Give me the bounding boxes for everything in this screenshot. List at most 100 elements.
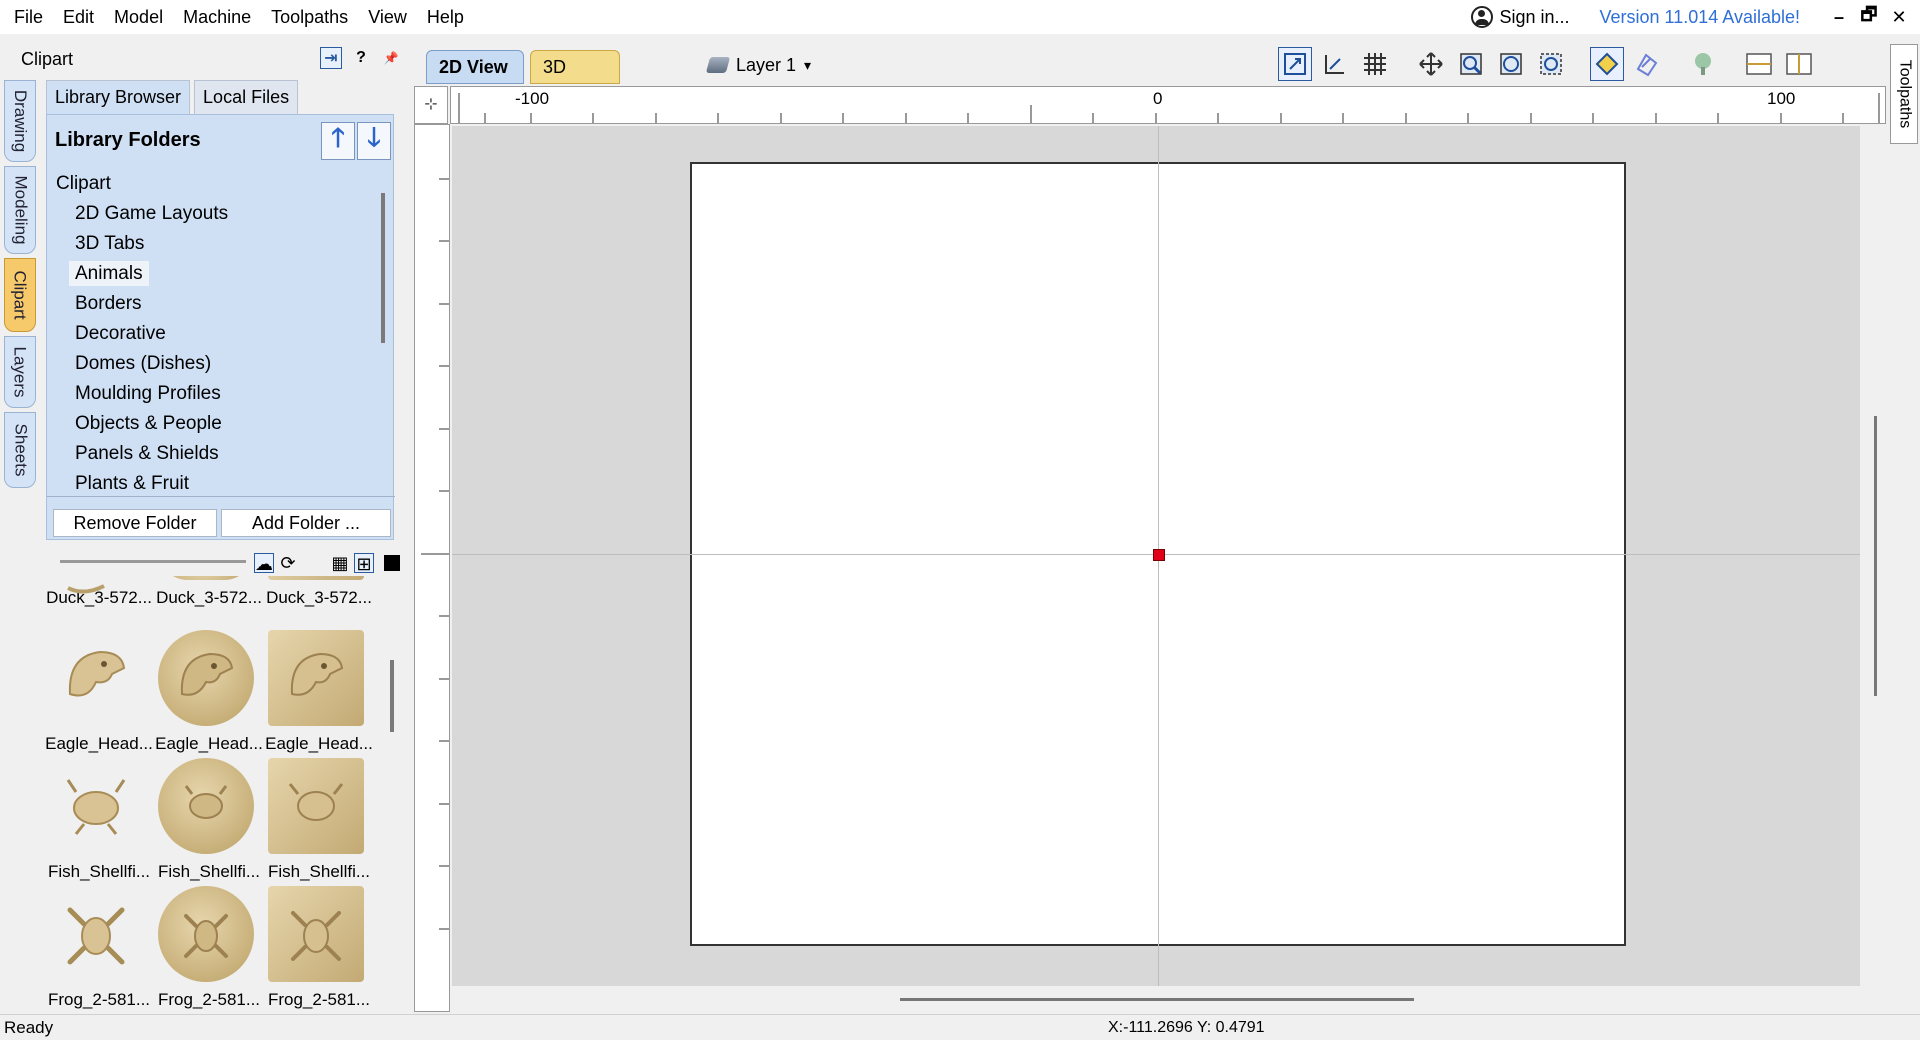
clipart-thumbnail[interactable]: Fish_Shellfi... bbox=[154, 758, 264, 882]
2d-drawing-canvas[interactable] bbox=[452, 126, 1860, 986]
side-tab-modeling[interactable]: Modeling bbox=[4, 166, 36, 254]
horizontal-ruler: -100 0 100 bbox=[450, 86, 1886, 124]
toolpath-preview-icon[interactable] bbox=[1630, 47, 1664, 81]
clipart-thumbnail[interactable]: Duck_3-572... bbox=[154, 576, 264, 608]
folder-item-animals[interactable]: Animals bbox=[47, 259, 369, 289]
minimize-button[interactable]: – bbox=[1828, 7, 1850, 28]
horizontal-scrollbar[interactable] bbox=[900, 998, 1414, 1001]
move-folder-up-button[interactable]: 🡑 bbox=[321, 122, 355, 160]
folder-label: 3D Tabs bbox=[75, 233, 145, 254]
move-folder-down-button[interactable]: 🡓 bbox=[357, 122, 391, 160]
menu-model[interactable]: Model bbox=[104, 0, 173, 34]
menu-machine[interactable]: Machine bbox=[173, 0, 261, 34]
tab-2d-view[interactable]: 2D View bbox=[426, 50, 524, 84]
grid-icon[interactable] bbox=[1358, 47, 1392, 81]
black-background-icon[interactable] bbox=[384, 555, 400, 571]
clipart-thumbnail[interactable]: Duck_3-572... bbox=[44, 576, 154, 608]
divider bbox=[47, 496, 395, 497]
zoom-in-icon[interactable] bbox=[1454, 47, 1488, 81]
user-icon bbox=[1471, 6, 1494, 28]
thumbnail-label: Duck_3-572... bbox=[266, 588, 372, 607]
remove-folder-button[interactable]: Remove Folder bbox=[53, 509, 217, 537]
thumbnail-scrollbar[interactable] bbox=[390, 660, 394, 732]
origin-marker[interactable] bbox=[1153, 549, 1165, 561]
folder-item-plants-fruit[interactable]: Plants & Fruit bbox=[47, 469, 369, 489]
chevron-down-icon: ▾ bbox=[804, 56, 812, 73]
clipart-thumbnail[interactable]: Eagle_Head... bbox=[154, 630, 264, 754]
folder-item-3d-tabs[interactable]: 3D Tabs bbox=[47, 229, 369, 259]
folder-item-objects-people[interactable]: Objects & People bbox=[47, 409, 369, 439]
folder-list-scrollbar[interactable] bbox=[381, 193, 385, 343]
folder-label: 2D Game Layouts bbox=[75, 203, 229, 224]
thumbnail-size-slider[interactable] bbox=[60, 560, 246, 563]
ruler-label-0: 0 bbox=[1153, 89, 1163, 108]
side-tab-drawing[interactable]: Drawing bbox=[4, 80, 36, 162]
ruler-ticks bbox=[458, 93, 1880, 123]
zoom-selected-icon[interactable] bbox=[1534, 47, 1568, 81]
menu-file[interactable]: File bbox=[0, 0, 53, 34]
small-grid-icon[interactable]: ▦ bbox=[330, 553, 350, 573]
clipart-thumbnail[interactable]: Frog_2-581... bbox=[44, 886, 154, 1010]
vertical-scrollbar[interactable] bbox=[1874, 416, 1877, 696]
clipart-thumbnail[interactable]: Eagle_Head... bbox=[264, 630, 374, 754]
tab-library-browser[interactable]: Library Browser bbox=[46, 80, 191, 114]
measure-icon[interactable] bbox=[1318, 47, 1352, 81]
pin-icon[interactable]: 📌 bbox=[380, 47, 402, 69]
zoom-extents-icon[interactable] bbox=[1278, 47, 1312, 81]
folder-item-domes[interactable]: Domes (Dishes) bbox=[47, 349, 369, 379]
folder-item-panels-shields[interactable]: Panels & Shields bbox=[47, 439, 369, 469]
close-button[interactable]: ✕ bbox=[1888, 7, 1910, 28]
folder-item-moulding-profiles[interactable]: Moulding Profiles bbox=[47, 379, 369, 409]
folder-label: Plants & Fruit bbox=[75, 473, 190, 489]
snap-icon[interactable] bbox=[1590, 47, 1624, 81]
folder-item-clipart[interactable]: Clipart bbox=[47, 169, 369, 199]
toolpaths-side-tab[interactable]: Toolpaths bbox=[1890, 44, 1918, 144]
export-panel-icon[interactable]: ⇥ bbox=[320, 47, 342, 69]
help-icon[interactable]: ? bbox=[350, 47, 372, 69]
cloud-icon[interactable]: ☁ bbox=[254, 553, 274, 574]
status-bar: Ready X:-111.2696 Y: 0.4791 bbox=[0, 1014, 1920, 1040]
clipart-thumbnail[interactable]: Fish_Shellfi... bbox=[264, 758, 374, 882]
folder-list: Clipart 2D Game Layouts 3D Tabs Animals … bbox=[47, 169, 369, 489]
folder-item-2d-game-layouts[interactable]: 2D Game Layouts bbox=[47, 199, 369, 229]
menu-view[interactable]: View bbox=[358, 0, 417, 34]
tab-3d-view[interactable]: 3D View bbox=[530, 50, 620, 109]
thumbnail-label: Eagle_Head... bbox=[155, 734, 263, 753]
restore-button[interactable]: 🗗 bbox=[1858, 2, 1880, 32]
zoom-out-icon[interactable] bbox=[1494, 47, 1528, 81]
clipart-thumbnail[interactable]: Eagle_Head... bbox=[44, 630, 154, 754]
library-folders-title: Library Folders bbox=[55, 129, 201, 151]
version-available-link[interactable]: Version 11.014 Available! bbox=[1600, 7, 1801, 28]
thumbnail-toolbar: ☁ ⟳ ▦ ⊞ bbox=[46, 550, 406, 576]
clipart-thumbnail[interactable]: Fish_Shellfi... bbox=[44, 758, 154, 882]
folder-label: Domes (Dishes) bbox=[75, 353, 212, 374]
add-folder-button[interactable]: Add Folder ... bbox=[221, 509, 391, 537]
folder-item-decorative[interactable]: Decorative bbox=[47, 319, 369, 349]
vertical-ruler bbox=[414, 124, 450, 1012]
side-tab-clipart[interactable]: Clipart bbox=[4, 258, 36, 332]
sign-in-link[interactable]: Sign in... bbox=[1471, 6, 1570, 28]
layer-selector[interactable]: Layer 1 ▾ bbox=[705, 50, 812, 80]
side-tab-sheets[interactable]: Sheets bbox=[4, 412, 36, 488]
tree-icon[interactable] bbox=[1686, 47, 1720, 81]
menu-help[interactable]: Help bbox=[417, 0, 474, 34]
ruler-label-100: 100 bbox=[1767, 89, 1796, 108]
menu-edit[interactable]: Edit bbox=[53, 0, 104, 34]
refresh-icon[interactable]: ⟳ bbox=[278, 553, 298, 573]
pan-icon[interactable] bbox=[1414, 47, 1448, 81]
tab-local-files[interactable]: Local Files bbox=[194, 80, 299, 114]
split-horizontal-icon[interactable] bbox=[1742, 47, 1776, 81]
ruler-corner[interactable]: ⊹ bbox=[414, 86, 448, 124]
clipart-thumbnail[interactable]: Frog_2-581... bbox=[154, 886, 264, 1010]
panel-title: Clipart bbox=[21, 48, 74, 69]
folder-label: Panels & Shields bbox=[75, 443, 219, 464]
clipart-thumbnail[interactable]: Frog_2-581... bbox=[264, 886, 374, 1010]
split-vertical-icon[interactable] bbox=[1782, 47, 1816, 81]
side-tab-layers[interactable]: Layers bbox=[4, 336, 36, 408]
menu-bar: File Edit Model Machine Toolpaths View H… bbox=[0, 0, 1920, 34]
large-grid-icon[interactable]: ⊞ bbox=[354, 553, 374, 574]
clipart-thumbnail[interactable]: Duck_3-572... bbox=[264, 576, 374, 608]
library-tabs: Library Browser Local Files bbox=[46, 80, 299, 114]
menu-toolpaths[interactable]: Toolpaths bbox=[261, 0, 358, 34]
folder-item-borders[interactable]: Borders bbox=[47, 289, 369, 319]
